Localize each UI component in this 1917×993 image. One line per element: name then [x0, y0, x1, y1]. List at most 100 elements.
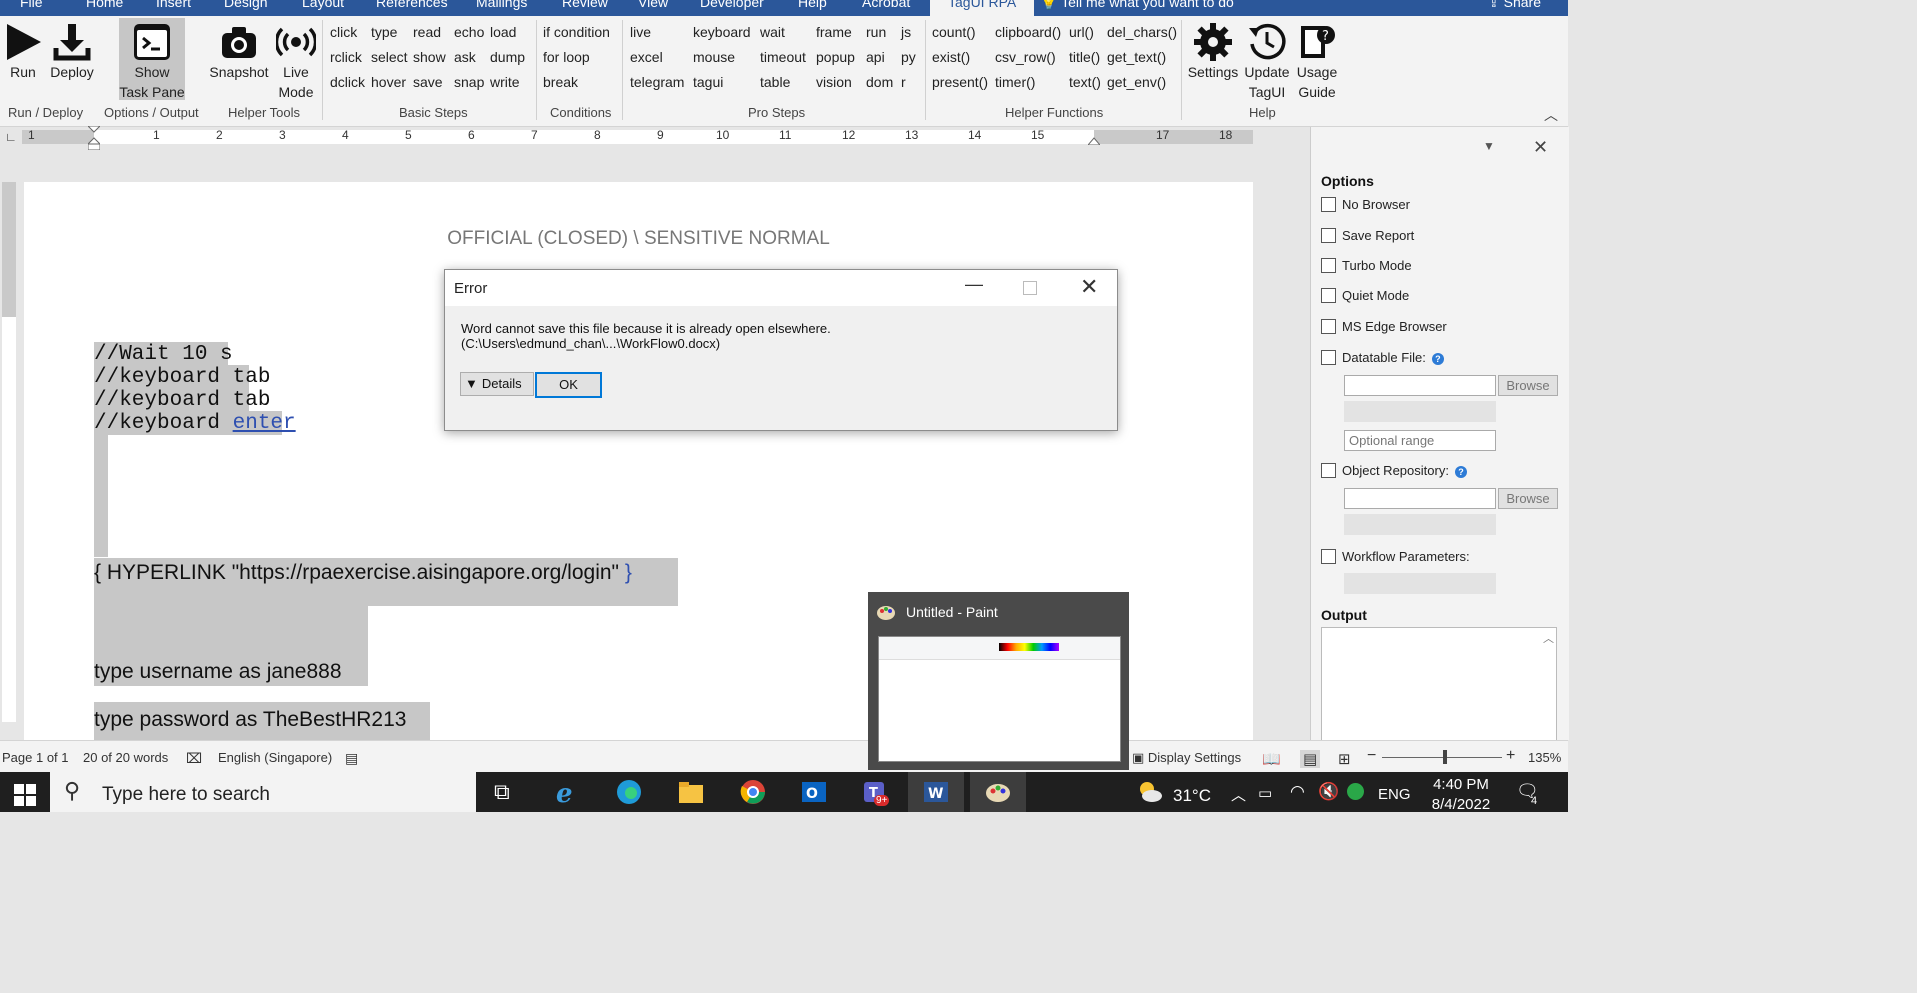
- pro-api[interactable]: api: [866, 49, 885, 65]
- display-settings[interactable]: ▣ Display Settings: [1132, 750, 1241, 766]
- no-browser-checkbox[interactable]: No Browser: [1321, 197, 1410, 212]
- word-count[interactable]: 20 of 20 words: [83, 750, 168, 765]
- temperature[interactable]: 31°C: [1173, 786, 1211, 806]
- tab-tagui-rpa[interactable]: TagUI RPA: [930, 0, 1035, 16]
- step-echo[interactable]: echo: [454, 24, 484, 40]
- windows-start-icon[interactable]: [14, 784, 36, 806]
- internet-explorer-icon[interactable]: e: [554, 779, 582, 805]
- turbo-mode-checkbox[interactable]: Turbo Mode: [1321, 258, 1412, 273]
- settings-button[interactable]: Settings: [1186, 22, 1240, 82]
- object-repository-browse-button[interactable]: Browse: [1498, 488, 1558, 509]
- page-count[interactable]: Page 1 of 1: [2, 750, 69, 765]
- pro-timeout[interactable]: timeout: [760, 49, 806, 65]
- pro-excel[interactable]: excel: [630, 49, 663, 65]
- pro-telegram[interactable]: telegram: [630, 74, 684, 90]
- pro-live[interactable]: live: [630, 24, 651, 40]
- language-indicator[interactable]: English (Singapore): [218, 750, 332, 765]
- right-indent-marker-icon[interactable]: [1088, 137, 1100, 145]
- step-hover[interactable]: hover: [371, 74, 406, 90]
- word-icon[interactable]: W: [922, 779, 950, 805]
- quiet-mode-checkbox[interactable]: Quiet Mode: [1321, 288, 1409, 303]
- fn-count[interactable]: count(): [932, 24, 976, 40]
- tab-insert[interactable]: Insert: [156, 0, 191, 10]
- step-snap[interactable]: snap: [454, 74, 484, 90]
- cond-for-loop[interactable]: for loop: [543, 49, 590, 65]
- step-rclick[interactable]: rclick: [330, 49, 362, 65]
- pane-close-icon[interactable]: ✕: [1533, 137, 1548, 158]
- hyperlink-field-code[interactable]: { HYPERLINK "https://rpaexercise.aisinga…: [94, 561, 632, 585]
- usage-guide-button[interactable]: ? Usage Guide: [1293, 22, 1341, 102]
- collapse-ribbon-icon[interactable]: ︿: [1544, 105, 1558, 125]
- clock-time[interactable]: 4:40 PM: [1429, 776, 1493, 793]
- step-write[interactable]: write: [490, 74, 520, 90]
- pane-menu-icon[interactable]: ▼: [1483, 139, 1495, 153]
- fn-get-env[interactable]: get_env(): [1107, 74, 1166, 90]
- fn-get-text[interactable]: get_text(): [1107, 49, 1166, 65]
- dialog-title-bar[interactable]: Error — ✕: [445, 270, 1117, 306]
- fn-text[interactable]: text(): [1069, 74, 1101, 90]
- step-click[interactable]: click: [330, 24, 357, 40]
- tab-selector-icon[interactable]: ∟: [5, 130, 17, 144]
- speaker-icon[interactable]: 🔇: [1318, 782, 1339, 802]
- step-read[interactable]: read: [413, 24, 441, 40]
- battery-icon[interactable]: ▭: [1258, 784, 1272, 802]
- zoom-in-button[interactable]: +: [1506, 747, 1515, 765]
- step-select[interactable]: select: [371, 49, 408, 65]
- output-textbox[interactable]: ︿: [1321, 627, 1557, 741]
- pro-js[interactable]: js: [901, 24, 911, 40]
- pro-mouse[interactable]: mouse: [693, 49, 735, 65]
- edge-icon[interactable]: [615, 779, 643, 805]
- chevron-up-icon[interactable]: ︿: [1231, 784, 1246, 805]
- clock-date[interactable]: 8/4/2022: [1425, 796, 1497, 813]
- show-task-pane-button[interactable]: Show Task Pane: [119, 18, 185, 100]
- pro-r[interactable]: r: [901, 74, 906, 90]
- chrome-icon[interactable]: [739, 779, 767, 805]
- snapshot-button[interactable]: Snapshot: [206, 22, 272, 82]
- fn-title[interactable]: title(): [1069, 49, 1100, 65]
- pro-dom[interactable]: dom: [866, 74, 893, 90]
- step-dclick[interactable]: dclick: [330, 74, 365, 90]
- macro-icon[interactable]: ▤: [345, 750, 358, 767]
- zoom-slider[interactable]: [1382, 757, 1502, 758]
- print-layout-icon[interactable]: ▤: [1300, 750, 1321, 768]
- step-ask[interactable]: ask: [454, 49, 476, 65]
- cond-break[interactable]: break: [543, 74, 578, 90]
- zoom-slider-thumb[interactable]: [1443, 750, 1447, 764]
- proofing-icon[interactable]: ⌧: [186, 750, 202, 767]
- tab-view[interactable]: View: [638, 0, 668, 10]
- enter-link[interactable]: enter: [233, 412, 296, 435]
- datatable-file-input[interactable]: [1344, 375, 1496, 396]
- pro-py[interactable]: py: [901, 49, 916, 65]
- workflow-parameters-checkbox[interactable]: Workflow Parameters:: [1321, 549, 1470, 564]
- fn-csv-row[interactable]: csv_row(): [995, 49, 1056, 65]
- close-icon[interactable]: ✕: [1080, 274, 1098, 300]
- tab-review[interactable]: Review: [562, 0, 608, 10]
- details-button[interactable]: ▼ Details: [460, 372, 534, 396]
- tab-layout[interactable]: Layout: [302, 0, 344, 10]
- tab-home[interactable]: Home: [86, 0, 123, 10]
- minimize-icon[interactable]: —: [965, 274, 983, 295]
- step-show[interactable]: show: [413, 49, 446, 65]
- fn-timer[interactable]: timer(): [995, 74, 1035, 90]
- paint-taskbar-icon[interactable]: [984, 779, 1012, 805]
- fn-clipboard[interactable]: clipboard(): [995, 24, 1061, 40]
- save-report-checkbox[interactable]: Save Report: [1321, 228, 1414, 243]
- object-repository-checkbox[interactable]: Object Repository:?: [1321, 463, 1467, 478]
- fn-url[interactable]: url(): [1069, 24, 1094, 40]
- zoom-out-button[interactable]: −: [1367, 747, 1376, 765]
- deploy-button[interactable]: Deploy: [46, 22, 98, 82]
- file-explorer-icon[interactable]: [677, 779, 705, 805]
- share-button[interactable]: ⇪ Share: [1488, 0, 1541, 11]
- tab-file[interactable]: File: [20, 0, 43, 10]
- step-dump[interactable]: dump: [490, 49, 525, 65]
- optional-range-input[interactable]: Optional range: [1344, 430, 1496, 451]
- tab-design[interactable]: Design: [224, 0, 268, 10]
- weather-icon[interactable]: [1136, 779, 1164, 805]
- tab-developer[interactable]: Developer: [700, 0, 764, 10]
- live-mode-button[interactable]: Live Mode: [274, 22, 318, 102]
- pro-keyboard[interactable]: keyboard: [693, 24, 751, 40]
- pro-run[interactable]: run: [866, 24, 886, 40]
- help-icon[interactable]: ?: [1454, 466, 1467, 478]
- tab-mailings[interactable]: Mailings: [476, 0, 527, 10]
- workflow-parameters-input[interactable]: [1344, 573, 1496, 594]
